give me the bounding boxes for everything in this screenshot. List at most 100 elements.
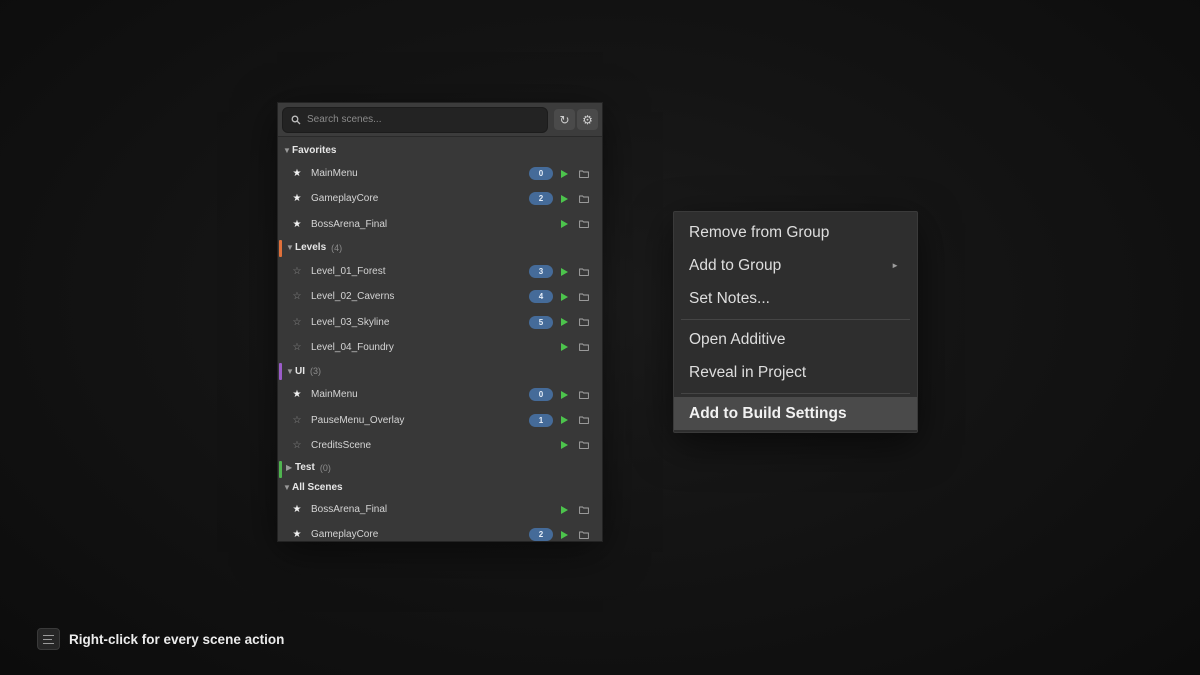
search-icon [291, 115, 301, 124]
refresh-button[interactable]: ↻ [554, 109, 575, 130]
star-filled-icon[interactable]: ★ [292, 168, 302, 179]
play-icon[interactable] [558, 530, 570, 540]
play-icon[interactable] [558, 390, 570, 400]
scene-name: MainMenu [311, 389, 358, 401]
refresh-icon: ↻ [559, 112, 570, 127]
scene-row[interactable]: ☆ CreditsScene [278, 433, 602, 458]
star-outline-icon[interactable]: ☆ [292, 440, 302, 451]
build-index-badge: 3 [529, 265, 553, 279]
scene-name: Level_04_Foundry [311, 341, 394, 353]
star-outline-icon[interactable]: ☆ [292, 317, 302, 328]
caption: Right-click for every scene action [37, 628, 284, 650]
group-header-levels[interactable]: ▼ Levels (4) [278, 237, 602, 259]
caret-down-icon[interactable]: ▼ [283, 146, 291, 155]
scene-name: GameplayCore [311, 529, 379, 541]
menu-item-remove-from-group[interactable]: Remove from Group [674, 216, 917, 249]
caret-right-icon[interactable]: ▶ [286, 463, 294, 472]
folder-icon[interactable] [578, 391, 590, 399]
folder-icon[interactable] [578, 170, 590, 178]
group-header-all-scenes[interactable]: ▼ All Scenes [278, 478, 602, 497]
folder-icon[interactable] [578, 195, 590, 203]
star-outline-icon[interactable]: ☆ [292, 291, 302, 302]
folder-icon[interactable] [578, 441, 590, 450]
scene-name: GameplayCore [311, 193, 379, 205]
build-index-badge [529, 341, 553, 354]
folder-icon[interactable] [578, 268, 590, 276]
play-icon[interactable] [558, 317, 570, 327]
star-outline-icon[interactable]: ☆ [292, 266, 302, 277]
scene-row[interactable]: ★ MainMenu 0 [278, 161, 602, 186]
caret-down-icon[interactable]: ▼ [286, 367, 294, 376]
folder-icon[interactable] [578, 416, 590, 424]
play-icon[interactable] [558, 267, 570, 277]
scene-name: MainMenu [311, 168, 358, 180]
menu-item-open-additive[interactable]: Open Additive [674, 323, 917, 356]
scene-name: PauseMenu_Overlay [311, 414, 405, 426]
menu-item-label: Add to Group [689, 256, 782, 274]
caret-down-icon[interactable]: ▼ [286, 243, 294, 252]
caption-text: Right-click for every scene action [69, 631, 285, 647]
menu-item-label: Open Additive [689, 330, 786, 348]
group-header-test[interactable]: ▶ Test (0) [278, 458, 602, 478]
menu-item-add-to-group[interactable]: Add to Group ► [674, 249, 917, 282]
play-icon[interactable] [558, 505, 570, 515]
build-index-badge [529, 218, 553, 231]
scene-row[interactable]: ★ BossArena_Final [278, 497, 602, 522]
build-index-badge [529, 439, 553, 452]
build-index-badge: 1 [529, 413, 553, 427]
scene-name: CreditsScene [311, 439, 372, 451]
scene-row[interactable]: ☆ Level_02_Caverns 4 [278, 284, 602, 309]
group-count: (3) [310, 366, 321, 377]
group-count: (4) [331, 242, 343, 253]
build-index-badge: 2 [529, 528, 553, 541]
group-color-accent [279, 239, 282, 257]
scene-row[interactable]: ☆ Level_01_Forest 3 [278, 259, 602, 284]
gear-icon: ⚙ [582, 112, 593, 127]
folder-icon[interactable] [578, 318, 590, 326]
play-icon[interactable] [558, 292, 570, 302]
scene-row[interactable]: ☆ Level_04_Foundry [278, 335, 602, 360]
folder-icon[interactable] [578, 506, 590, 514]
menu-item-reveal-in-project[interactable]: Reveal in Project [674, 356, 917, 389]
scene-name: Level_03_Skyline [311, 316, 390, 328]
group-header-favorites[interactable]: ▼ Favorites [278, 139, 602, 161]
star-filled-icon[interactable]: ★ [292, 193, 302, 204]
panel-toolbar: ↻ ⚙ [278, 103, 602, 137]
group-count: (0) [319, 462, 331, 473]
menu-separator [681, 393, 910, 394]
play-icon[interactable] [558, 440, 570, 450]
search-box[interactable] [282, 106, 548, 133]
menu-item-add-to-build-settings[interactable]: Add to Build Settings [674, 397, 917, 430]
folder-icon[interactable] [578, 293, 590, 301]
scene-row[interactable]: ★ MainMenu 0 [278, 382, 602, 407]
menu-item-set-notes[interactable]: Set Notes... [674, 282, 917, 315]
scene-name: BossArena_Final [311, 504, 388, 516]
star-filled-icon[interactable]: ★ [292, 389, 302, 400]
play-icon[interactable] [558, 342, 570, 352]
scene-row[interactable]: ★ GameplayCore 2 [278, 522, 602, 541]
star-outline-icon[interactable]: ☆ [292, 342, 302, 353]
star-filled-icon[interactable]: ★ [292, 504, 302, 515]
folder-icon[interactable] [578, 343, 590, 352]
folder-icon[interactable] [578, 531, 590, 539]
scene-row[interactable]: ★ BossArena_Final [278, 212, 602, 237]
scene-row[interactable]: ★ GameplayCore 2 [278, 186, 602, 211]
star-outline-icon[interactable]: ☆ [292, 415, 302, 426]
list-icon [37, 628, 60, 650]
caret-down-icon[interactable]: ▼ [283, 483, 291, 492]
play-icon[interactable] [558, 415, 570, 425]
star-filled-icon[interactable]: ★ [292, 219, 302, 230]
star-filled-icon[interactable]: ★ [292, 529, 302, 540]
settings-button[interactable]: ⚙ [577, 109, 598, 130]
folder-icon[interactable] [578, 220, 590, 229]
scene-row[interactable]: ☆ Level_03_Skyline 5 [278, 309, 602, 334]
play-icon[interactable] [558, 169, 570, 179]
play-icon[interactable] [558, 194, 570, 204]
search-input[interactable] [307, 114, 539, 125]
build-index-badge [529, 503, 553, 516]
play-icon[interactable] [558, 219, 570, 229]
group-header-ui[interactable]: ▼ UI (3) [278, 360, 602, 382]
scene-row[interactable]: ☆ PauseMenu_Overlay 1 [278, 407, 602, 432]
build-index-badge: 0 [529, 388, 553, 402]
group-color-accent [279, 460, 282, 478]
